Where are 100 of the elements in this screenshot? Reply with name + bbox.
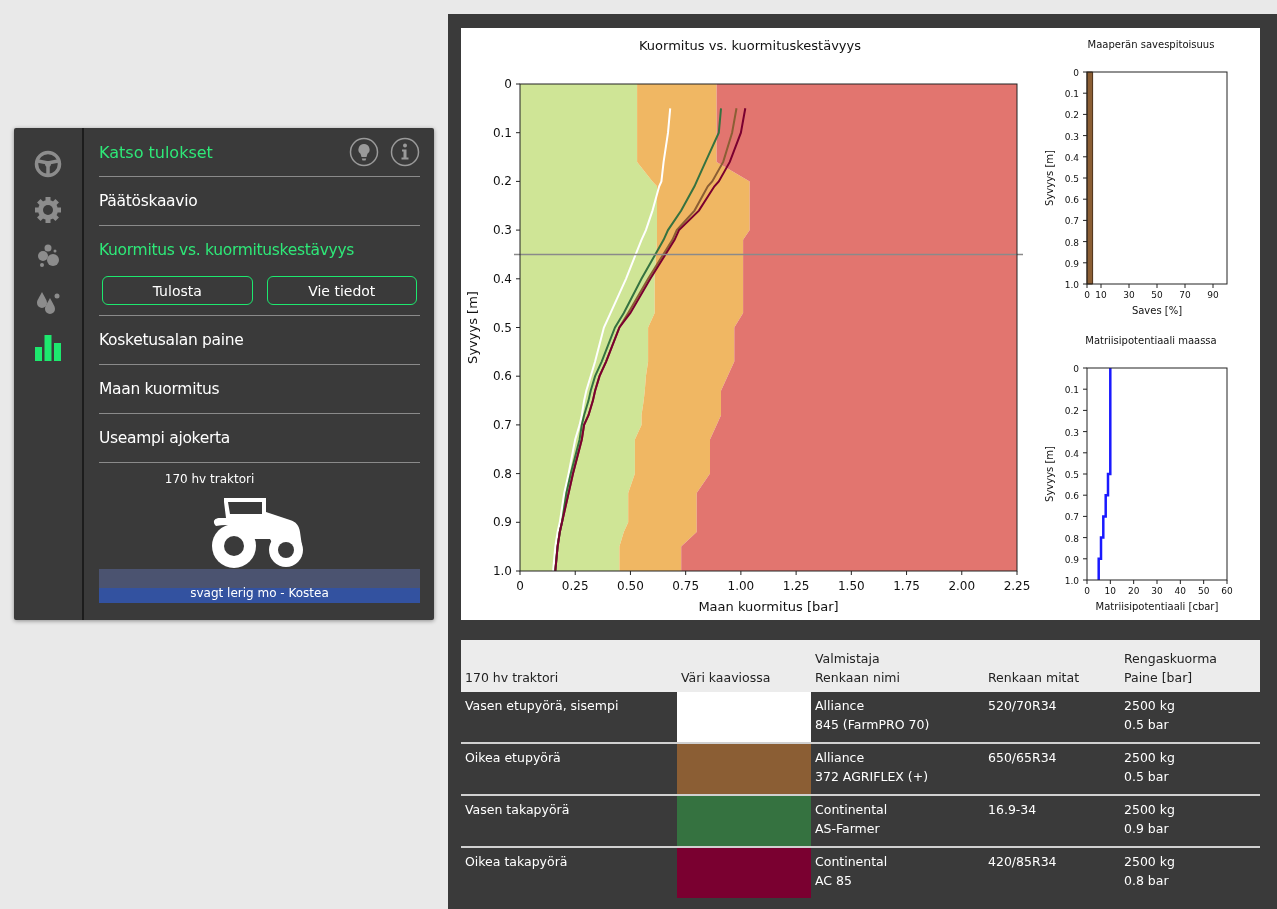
tick-label: 0.75 — [672, 579, 700, 593]
tick-label: 90 — [1207, 290, 1219, 300]
tick-label: 1.0 — [1064, 280, 1079, 290]
tick-label: 0.5 — [1064, 174, 1079, 184]
tick-label: 0.7 — [1064, 512, 1079, 523]
tick-label: 0.8 — [1064, 237, 1079, 248]
table-cell-text: 0.5 bar — [1124, 769, 1170, 784]
steering-wheel-icon[interactable] — [33, 149, 63, 179]
bar-chart-icon[interactable] — [33, 333, 63, 363]
tick-label: 0.6 — [1064, 195, 1079, 206]
menu-item[interactable]: Päätöskaavio — [99, 177, 420, 225]
tick-label: 10 — [1095, 290, 1107, 300]
menu-item[interactable]: Useampi ajokerta — [99, 414, 420, 462]
table-cell-text: Vasen takapyörä — [465, 802, 571, 817]
tick-label: 0 — [1073, 68, 1079, 78]
tick-label: 1.0 — [492, 564, 512, 578]
tick-label: 0.6 — [492, 369, 512, 384]
menu-item[interactable]: Maan kuormitus — [99, 365, 420, 413]
tick-label: 1.25 — [782, 579, 810, 593]
tick-label: 0 — [1084, 290, 1090, 300]
tick-label: 2.25 — [1003, 579, 1031, 593]
table-cell-text: 372 AGRIFLEX (+) — [815, 769, 930, 784]
tick-label: 0.1 — [1064, 89, 1079, 100]
section-heading: Katso tulokset — [99, 142, 213, 162]
table-cell-text: 0.5 bar — [1124, 717, 1170, 732]
tick-label: 0.9 — [1064, 258, 1079, 269]
tick-label: 0 — [1073, 364, 1079, 374]
column-header: Paine [bar] — [1124, 670, 1194, 685]
table-cell-text: 650/65R34 — [988, 750, 1058, 765]
tick-label: 30 — [1123, 290, 1135, 300]
table-cell-text: 2500 kg — [1124, 802, 1176, 817]
tick-label: 0.9 — [1064, 554, 1079, 565]
axis-title: Saves [%] — [1131, 305, 1183, 316]
menu-item[interactable]: Kuormitus vs. kuormituskestävyys — [99, 226, 420, 274]
column-header: Valmistaja — [815, 651, 881, 666]
chart-title: Maaperän savespitoisuus — [1087, 39, 1215, 50]
table-cell-text: 0.9 bar — [1124, 821, 1170, 836]
axis-title: Syvyys [m] — [1044, 446, 1055, 502]
tick-label: 0.2 — [1064, 110, 1079, 121]
print-button[interactable]: Tulosta — [102, 276, 253, 305]
tick-label: 1.75 — [893, 579, 920, 593]
table-cell-text: 16.9-34 — [988, 802, 1038, 817]
tick-label: 0 — [504, 77, 512, 91]
tick-label: 0.7 — [492, 417, 512, 432]
tick-label: 0.7 — [1064, 216, 1079, 227]
table-cell-text: Alliance — [815, 698, 866, 713]
table-cell-text: Oikea etupyörä — [465, 750, 562, 765]
axis-title: Maan kuormitus [bar] — [698, 599, 839, 614]
tick-label: 60 — [1221, 586, 1233, 596]
gear-icon[interactable] — [33, 195, 63, 225]
table-cell-text: Continental — [815, 802, 889, 817]
tick-label: 70 — [1179, 290, 1191, 300]
table-cell-text: 520/70R34 — [988, 698, 1058, 713]
tick-label: 0.4 — [1064, 448, 1079, 459]
tick-label: 0.9 — [492, 515, 512, 530]
tick-label: 0.2 — [492, 174, 512, 189]
tick-label: 0.5 — [1064, 470, 1079, 480]
lightbulb-icon[interactable] — [349, 137, 379, 167]
tick-label: 0.1 — [1064, 385, 1079, 396]
tick-label: 1.00 — [727, 579, 755, 593]
tick-label: 50 — [1151, 290, 1163, 300]
tick-label: 0.1 — [492, 125, 512, 140]
tick-label: 30 — [1151, 586, 1163, 596]
column-header: 170 hv traktori — [465, 670, 560, 685]
table-cell-text: Vasen etupyörä, sisempi — [465, 698, 620, 713]
table-cell-text: Oikea takapyörä — [465, 854, 569, 869]
tick-label: 0.50 — [617, 579, 644, 593]
tick-label: 1.50 — [837, 579, 865, 593]
table-cell-text: 0.8 bar — [1124, 873, 1170, 888]
tick-label: 0.3 — [492, 223, 512, 238]
tick-label: 20 — [1127, 586, 1140, 596]
menu-item[interactable]: Kosketusalan paine — [99, 316, 420, 364]
tick-label: 10 — [1104, 586, 1117, 596]
table-cell-text: 2500 kg — [1124, 750, 1176, 765]
column-header: Renkaan nimi — [815, 670, 902, 685]
info-icon[interactable] — [390, 137, 420, 167]
tick-label: 0 — [516, 579, 524, 593]
column-header: Väri kaaviossa — [681, 670, 772, 685]
table-cell-text: 2500 kg — [1124, 698, 1176, 713]
chart-title: Matriisipotentiaali maassa — [1085, 335, 1217, 346]
tick-label: 50 — [1197, 586, 1210, 596]
vehicle-name: 170 hv traktori — [164, 472, 255, 486]
axis-title: Syvyys [m] — [465, 291, 480, 364]
chart-title: Kuormitus vs. kuormituskestävyys — [639, 38, 861, 53]
table-cell-text: AC 85 — [815, 873, 853, 888]
export-button[interactable]: Vie tiedot — [266, 276, 417, 305]
tick-label: 1.0 — [1064, 576, 1079, 586]
tick-label: 0.2 — [1064, 406, 1079, 417]
column-header: Rengaskuorma — [1124, 651, 1219, 666]
tick-label: 0.4 — [1064, 152, 1079, 163]
table-cell-text: 845 (FarmPRO 70) — [815, 717, 931, 732]
tick-label: 0.4 — [492, 271, 512, 286]
tick-label: 0.3 — [1064, 427, 1079, 438]
tick-label: 0.6 — [1064, 491, 1079, 502]
tick-label: 0.3 — [1064, 131, 1079, 142]
axis-title: Matriisipotentiaali [cbar] — [1095, 601, 1219, 612]
tick-label: 0.8 — [1064, 533, 1079, 544]
tick-label: 0 — [1084, 586, 1090, 596]
tick-label: 0.8 — [492, 466, 512, 481]
tick-label: 40 — [1174, 586, 1187, 596]
